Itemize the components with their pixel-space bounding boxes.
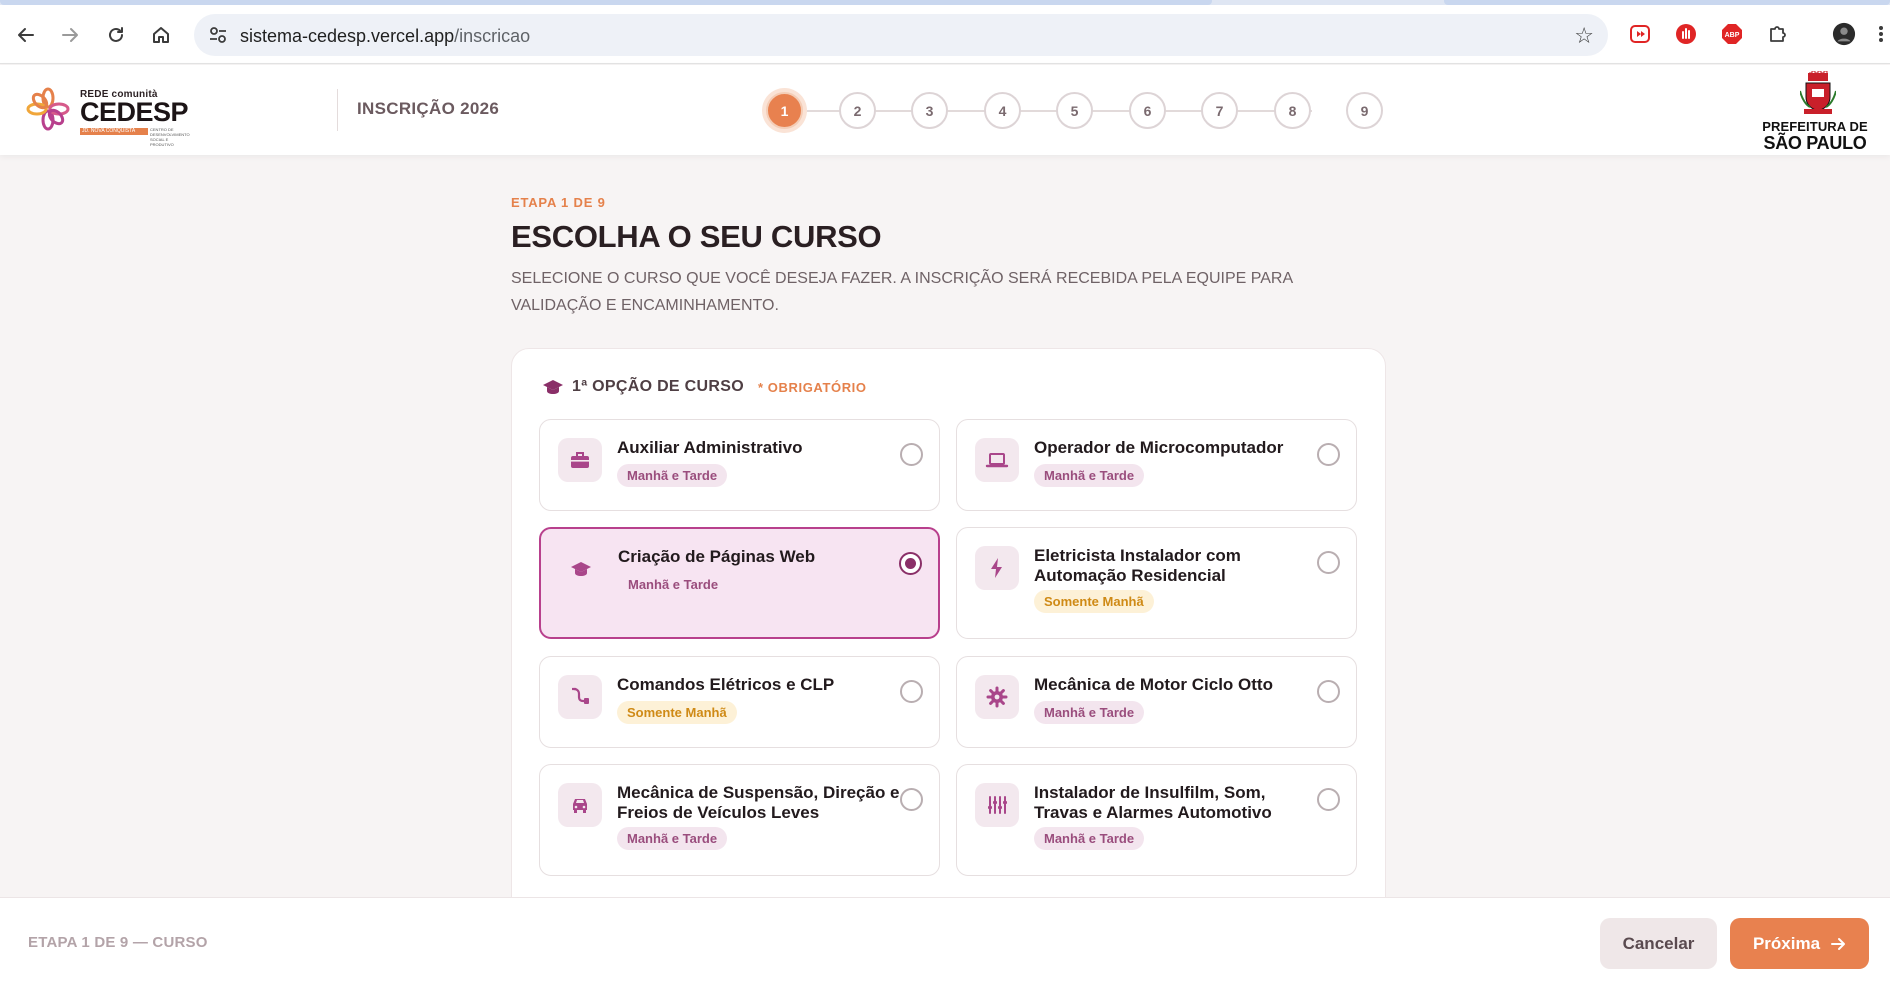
cedesp-logo: REDE comunità CEDESP JD. NOVA CONQUISTA … bbox=[26, 85, 206, 147]
shift-badge: Manhã e Tarde bbox=[1034, 464, 1145, 487]
prefeitura-line2: SÃO PAULO bbox=[1763, 133, 1867, 153]
graduation-cap-icon bbox=[559, 547, 603, 591]
course-option[interactable]: Comandos Elétricos e CLP Somente Manhã bbox=[539, 656, 940, 748]
shift-badge: Manhã e Tarde bbox=[617, 827, 728, 850]
shift-badge: Somente Manhã bbox=[1034, 590, 1154, 613]
briefcase-icon bbox=[558, 438, 602, 482]
course-radio[interactable] bbox=[1317, 788, 1340, 811]
page-description: SELECIONE O CURSO QUE VOCÊ DESEJA FAZER.… bbox=[511, 270, 1293, 314]
step-1: 1 bbox=[766, 92, 803, 129]
step-8: 8 bbox=[1274, 92, 1311, 129]
step-eyebrow: ETAPA 1 DE 9 bbox=[511, 195, 606, 210]
step-6: 6 bbox=[1129, 92, 1166, 129]
section-label: 1ª OPÇÃO DE CURSO bbox=[572, 378, 744, 395]
header-divider bbox=[337, 89, 338, 131]
prefeitura-line1: PREFEITURA DE bbox=[1762, 119, 1868, 134]
sliders-icon bbox=[975, 783, 1019, 827]
extension-adblock-icon[interactable]: ABP bbox=[1720, 22, 1744, 46]
back-button[interactable] bbox=[11, 20, 41, 50]
city-crest-icon bbox=[1800, 71, 1836, 114]
course-name: Criação de Páginas Web bbox=[618, 547, 816, 566]
laptop-icon bbox=[975, 438, 1019, 482]
extensions-puzzle-icon[interactable] bbox=[1766, 22, 1790, 46]
flower-logo-icon bbox=[26, 87, 70, 131]
forward-button[interactable] bbox=[55, 20, 85, 50]
svg-text:ABP: ABP bbox=[1725, 32, 1740, 39]
form-footer: ETAPA 1 DE 9 — CURSO Cancelar Próxima bbox=[0, 897, 1890, 986]
course-name: Comandos Elétricos e CLP bbox=[617, 675, 835, 694]
course-option[interactable]: Criação de Páginas Web Manhã e Tarde bbox=[539, 527, 940, 639]
logo-tagline: JD. NOVA CONQUISTA bbox=[80, 128, 148, 135]
progress-stepper: 123456789 bbox=[766, 91, 1383, 131]
arrow-right-icon bbox=[1831, 937, 1846, 950]
shift-badge: Manhã e Tarde bbox=[628, 577, 719, 592]
next-button-label: Próxima bbox=[1752, 933, 1821, 953]
course-option[interactable]: Auxiliar Administrativo Manhã e Tarde bbox=[539, 419, 940, 511]
shift-badge: Manhã e Tarde bbox=[1034, 827, 1145, 850]
course-radio[interactable] bbox=[1317, 551, 1340, 574]
logo-subtitle: CENTRO DE DESENVOLVIMENTO SOCIAL E PRODU… bbox=[150, 127, 190, 147]
course-option[interactable]: Operador de Microcomputador Manhã e Tarde bbox=[956, 419, 1357, 511]
graduation-cap-icon bbox=[543, 380, 563, 394]
gear-icon bbox=[975, 675, 1019, 719]
profile-avatar[interactable] bbox=[1832, 22, 1856, 46]
next-button[interactable]: Próxima bbox=[1730, 918, 1869, 969]
step-3: 3 bbox=[911, 92, 948, 129]
shift-badge: Manhã e Tarde bbox=[617, 464, 728, 487]
tab-strip bbox=[0, 0, 1890, 5]
browser-toolbar: sistema-cedesp.vercel.app/inscricao ☆ AB… bbox=[0, 0, 1890, 64]
url-text[interactable]: sistema-cedesp.vercel.app/inscricao bbox=[240, 26, 530, 47]
extension-video-icon[interactable] bbox=[1628, 22, 1652, 46]
prefeitura-logo: PREFEITURA DE SÃO PAULO bbox=[1760, 69, 1870, 153]
required-marker: * OBRIGATÓRIO bbox=[757, 379, 867, 395]
cancel-button[interactable]: Cancelar bbox=[1600, 918, 1717, 969]
bookmark-star-icon[interactable]: ☆ bbox=[1574, 23, 1594, 49]
course-radio[interactable] bbox=[1317, 443, 1340, 466]
course-name: Mecânica de Motor Ciclo Otto bbox=[1034, 675, 1273, 694]
course-option[interactable]: Mecânica de Suspensão, Direção e Freios … bbox=[539, 764, 940, 876]
extension-hand-icon[interactable] bbox=[1674, 22, 1698, 46]
address-bar[interactable]: sistema-cedesp.vercel.app/inscricao ☆ bbox=[194, 14, 1608, 56]
lightning-icon bbox=[975, 546, 1019, 590]
step-7: 7 bbox=[1201, 92, 1238, 129]
car-icon bbox=[558, 783, 602, 827]
course-option[interactable]: Eletricista Instalador com Automação Res… bbox=[956, 527, 1357, 639]
course-name: Auxiliar Administrativo bbox=[617, 438, 803, 457]
course-radio[interactable] bbox=[900, 443, 923, 466]
course-name: Instalador de Insulfilm, Som, Travas e A… bbox=[1034, 783, 1272, 822]
plug-icon bbox=[558, 675, 602, 719]
step-5: 5 bbox=[1056, 92, 1093, 129]
course-radio[interactable] bbox=[1317, 680, 1340, 703]
footer-step-status: ETAPA 1 DE 9 — CURSO bbox=[28, 934, 208, 951]
browser-menu-icon[interactable] bbox=[1874, 22, 1888, 46]
course-radio[interactable] bbox=[899, 552, 922, 575]
course-option[interactable]: Mecânica de Motor Ciclo Otto Manhã e Tard… bbox=[956, 656, 1357, 748]
home-button[interactable] bbox=[146, 20, 176, 50]
section-header: 1ª OPÇÃO DE CURSO * OBRIGATÓRIO bbox=[542, 377, 867, 397]
step-2: 2 bbox=[839, 92, 876, 129]
shift-badge: Manhã e Tarde bbox=[1034, 701, 1145, 724]
course-name: Mecânica de Suspensão, Direção e Freios … bbox=[617, 783, 900, 822]
main-content: ETAPA 1 DE 9 ESCOLHA O SEU CURSO SELECIO… bbox=[0, 155, 1890, 897]
course-name: Operador de Microcomputador bbox=[1034, 438, 1284, 457]
site-settings-icon[interactable] bbox=[208, 25, 228, 45]
header-title: INSCRIÇÃO 2026 bbox=[357, 99, 500, 118]
shift-badge: Somente Manhã bbox=[617, 701, 737, 724]
app-header: REDE comunità CEDESP JD. NOVA CONQUISTA … bbox=[0, 65, 1890, 155]
page-title: ESCOLHA O SEU CURSO bbox=[511, 219, 882, 254]
reload-button[interactable] bbox=[101, 20, 131, 50]
step-9: 9 bbox=[1346, 92, 1383, 129]
course-name: Eletricista Instalador com Automação Res… bbox=[1034, 546, 1241, 585]
course-radio[interactable] bbox=[900, 788, 923, 811]
step-4: 4 bbox=[984, 92, 1021, 129]
course-option[interactable]: Instalador de Insulfilm, Som, Travas e A… bbox=[956, 764, 1357, 876]
logo-wordmark: CEDESP bbox=[80, 97, 189, 127]
course-option-card: 1ª OPÇÃO DE CURSO * OBRIGATÓRIO Auxiliar… bbox=[511, 348, 1386, 897]
course-radio[interactable] bbox=[900, 680, 923, 703]
